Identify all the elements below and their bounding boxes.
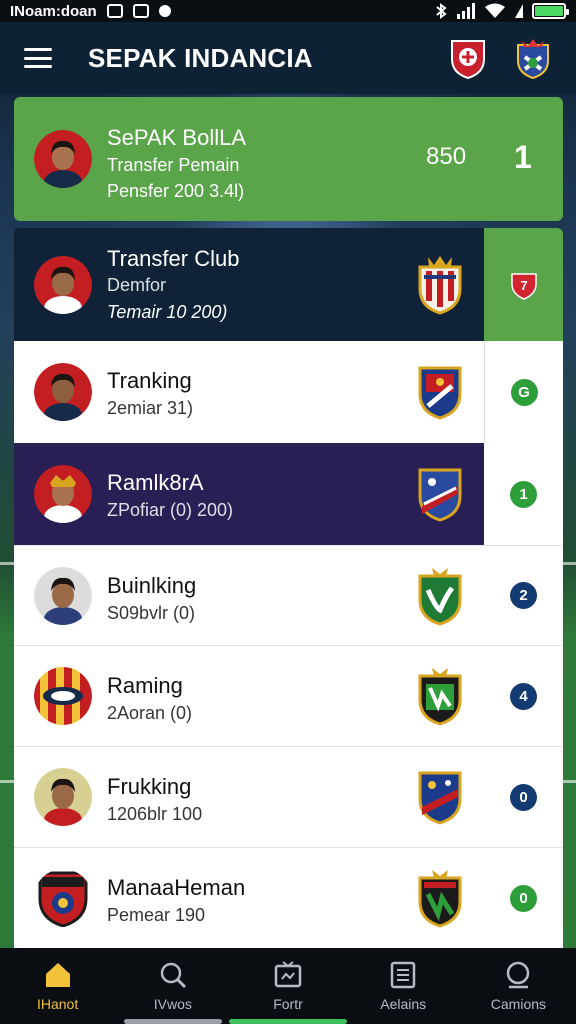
club-crest-icon	[418, 255, 462, 315]
featured-subtitle: Transfer Pemain	[107, 155, 240, 175]
avatar	[34, 869, 92, 927]
blue-club-crest-icon[interactable]	[514, 37, 552, 79]
item-subtitle: 2Aoran (0)	[107, 703, 193, 723]
nav-label: Camions	[490, 996, 547, 1012]
status-badge: 7	[510, 272, 537, 300]
red-club-crest-icon[interactable]	[450, 37, 486, 79]
badge-cell: 0	[484, 747, 563, 847]
notification-icon	[132, 4, 149, 18]
nav-tv[interactable]: Fortr	[230, 948, 345, 1024]
status-badge: 2	[510, 582, 537, 609]
list-item[interactable]: Frukking 1206blr 100 0	[14, 746, 563, 847]
item-subtitle: 2emiar 31)	[107, 398, 194, 418]
nav-label: Aelains	[380, 996, 427, 1012]
featured-name: SePAK BollLA	[107, 125, 247, 150]
item-detail: Temair 10 200)	[107, 302, 228, 322]
avatar	[34, 255, 92, 314]
nav-search[interactable]: IVwos	[115, 948, 230, 1024]
club-crest-icon	[418, 567, 462, 626]
nav-list[interactable]: Aelains	[346, 948, 461, 1024]
status-badge: 0	[510, 783, 537, 811]
avatar	[34, 566, 92, 625]
item-name: ManaaHeman	[107, 875, 246, 900]
notification-icon	[106, 4, 123, 18]
bottom-navigation: IHanot IVwos Fortr Aelains Camions	[0, 948, 576, 1024]
item-subtitle: ZPofiar (0) 200)	[107, 500, 234, 520]
item-name: Transfer Club	[107, 246, 240, 271]
avatar	[34, 465, 92, 523]
chat-icon	[507, 961, 530, 989]
signal-bars-icon	[457, 3, 475, 19]
list-item[interactable]: Transfer Club Demfor Temair 10 200) 7	[14, 228, 563, 341]
list-item[interactable]: Tranking 2emiar 31) G	[14, 341, 563, 443]
app-title: SEPAK INDANCIA	[88, 42, 313, 73]
wifi-icon	[485, 3, 505, 18]
list-item[interactable]: Buinlking S09bvlr (0) 2	[14, 545, 563, 645]
nav-chat[interactable]: Camions	[461, 948, 576, 1024]
notification-dot-icon	[158, 5, 171, 17]
nav-home[interactable]: IHanot	[0, 948, 115, 1024]
app-bar: SEPAK INDANCIA	[0, 22, 576, 94]
list-item[interactable]: Ramlk8rA ZPofiar (0) 200) 1	[14, 443, 563, 545]
club-crest-icon	[418, 771, 462, 825]
tv-icon	[274, 961, 302, 988]
nav-label: Fortr	[273, 996, 303, 1012]
status-badge: 1	[510, 480, 537, 508]
badge-cell: 0	[484, 848, 563, 948]
list-icon	[390, 961, 416, 989]
item-subtitle: Demfor	[107, 275, 167, 295]
featured-rank: 1	[514, 139, 532, 175]
item-subtitle: Pemear 190	[107, 905, 206, 925]
nav-label: IHanot	[36, 996, 79, 1012]
item-name: Frukking	[107, 774, 192, 799]
carrier-text: INoam:doan	[10, 2, 97, 20]
avatar	[34, 363, 92, 421]
item-name: Tranking	[107, 368, 192, 393]
club-crest-icon	[418, 366, 462, 420]
home-icon	[45, 963, 70, 987]
item-subtitle: S09bvlr (0)	[107, 603, 196, 623]
scroll-indicator	[124, 1019, 222, 1024]
status-badge: G	[510, 378, 538, 406]
svg-text:7: 7	[520, 278, 527, 293]
item-name: Ramlk8rA	[107, 470, 204, 495]
bluetooth-icon	[436, 3, 447, 19]
item-name: Raming	[107, 673, 183, 698]
nav-label: IVwos	[153, 996, 192, 1012]
list-item[interactable]: Raming 2Aoran (0) 4	[14, 645, 563, 746]
item-name: Buinlking	[107, 573, 197, 598]
badge-cell: 1	[484, 443, 563, 545]
avatar	[34, 667, 92, 725]
club-crest-icon	[418, 668, 462, 726]
club-crest-icon	[418, 870, 462, 928]
featured-detail: Pensfer 200 3.4l)	[107, 181, 245, 201]
search-icon	[160, 962, 186, 989]
status-badge: 0	[510, 884, 537, 912]
badge-cell: 7	[484, 228, 563, 341]
scroll-indicator-active	[229, 1019, 347, 1024]
avatar	[34, 130, 92, 188]
status-badge: 4	[510, 682, 537, 710]
hamburger-menu-icon[interactable]	[24, 48, 52, 68]
avatar	[34, 768, 92, 826]
featured-score: 850	[426, 143, 467, 170]
battery-icon	[532, 3, 569, 19]
cellular-icon	[515, 4, 523, 18]
item-subtitle: 1206blr 100	[107, 804, 203, 824]
club-crest-icon	[418, 468, 462, 522]
badge-cell: 4	[484, 646, 563, 746]
status-bar: INoam:doan	[0, 0, 576, 22]
featured-player-card[interactable]: SePAK BollLA Transfer Pemain Pensfer 200…	[14, 97, 563, 221]
list-item[interactable]: ManaaHeman Pemear 190 0	[14, 847, 563, 948]
badge-cell: G	[484, 341, 563, 443]
badge-cell: 2	[484, 546, 563, 645]
